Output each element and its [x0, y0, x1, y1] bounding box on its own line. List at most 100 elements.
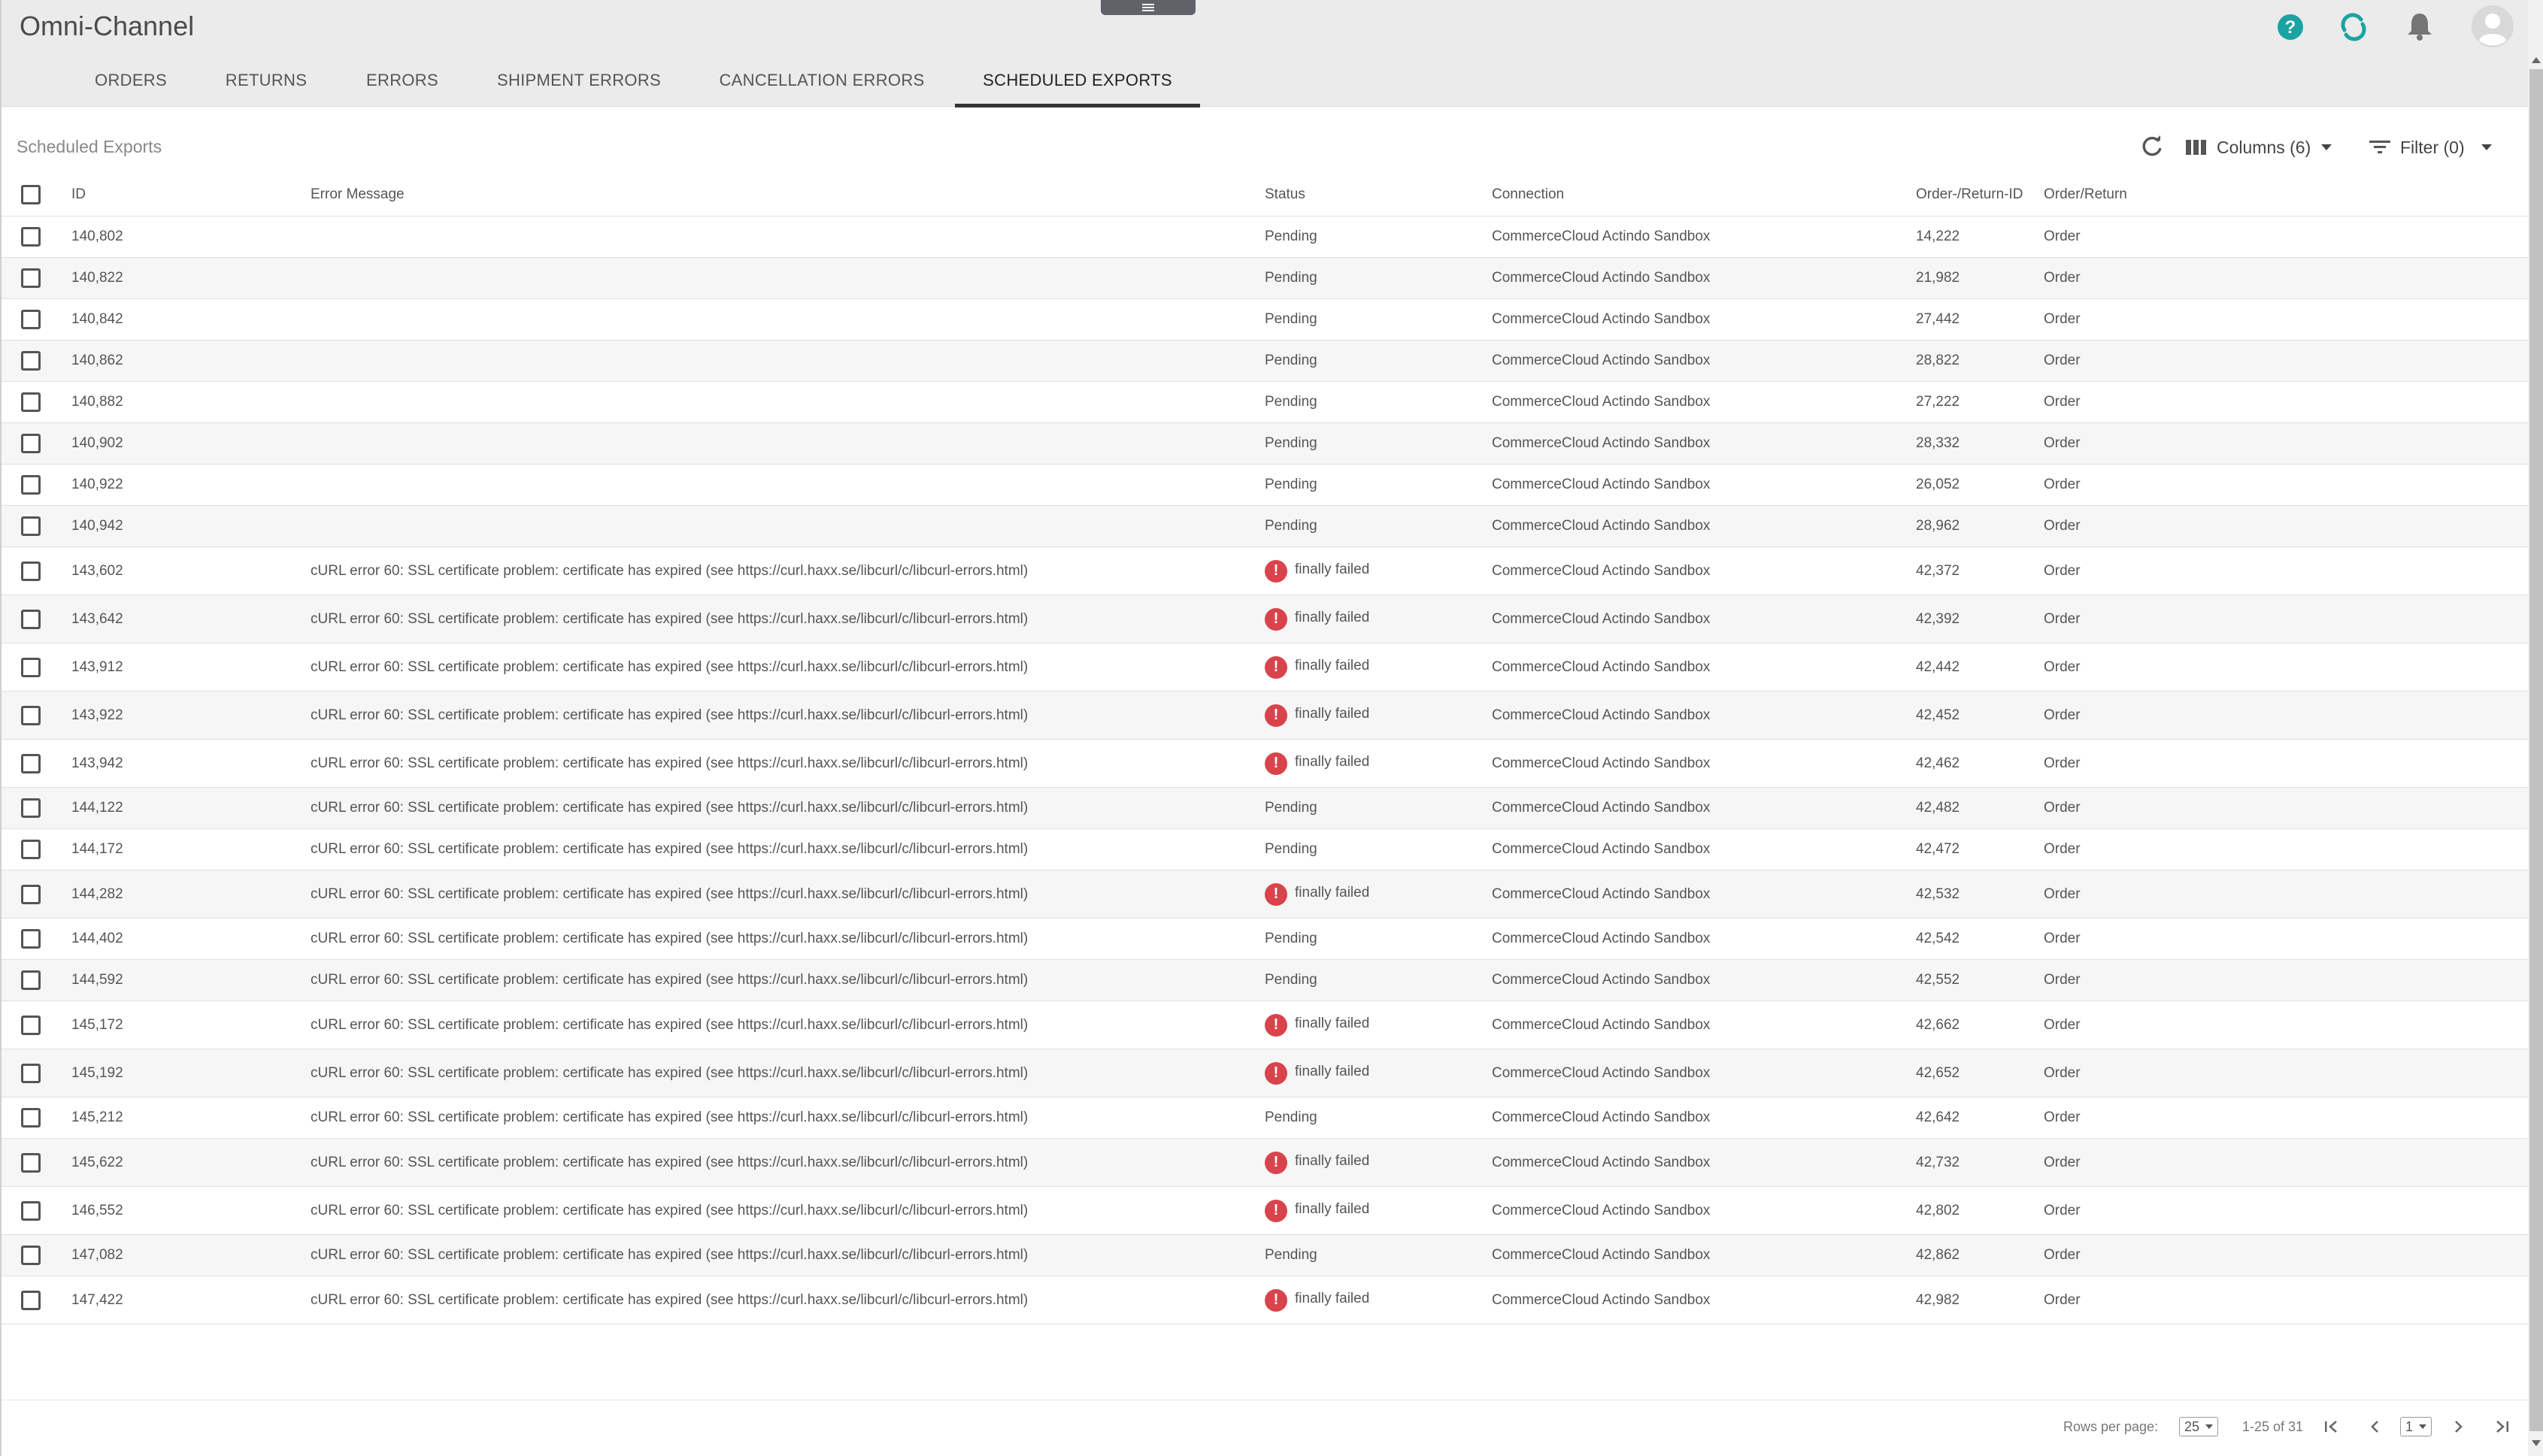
- cell-order-return: Order: [2044, 755, 2081, 771]
- row-checkbox[interactable]: [21, 268, 41, 288]
- cell-order-return: Order: [2044, 353, 2081, 368]
- table-row[interactable]: 143,922 cURL error 60: SSL certificate pr…: [2, 692, 2528, 740]
- table-row[interactable]: 144,282 cURL error 60: SSL certificate pr…: [2, 870, 2528, 919]
- cell-status: Pending: [1265, 919, 1317, 959]
- row-checkbox[interactable]: [21, 970, 41, 990]
- error-icon: !: [1265, 1288, 1287, 1312]
- cell-status: Pending: [1265, 788, 1317, 828]
- select-all-checkbox[interactable]: [21, 184, 41, 204]
- table-row[interactable]: 143,642 cURL error 60: SSL certificate pr…: [2, 595, 2528, 643]
- first-page-button[interactable]: [2320, 1415, 2343, 1438]
- cell-status: Pending: [1265, 829, 1317, 870]
- row-checkbox[interactable]: [21, 929, 41, 949]
- table-row[interactable]: 140,882 Pending CommerceCloud Actindo Sand…: [2, 382, 2528, 423]
- row-checkbox[interactable]: [21, 392, 41, 412]
- cell-id: 145,192: [71, 1064, 123, 1081]
- table-row[interactable]: 145,212 cURL error 60: SSL certificate pr…: [2, 1097, 2528, 1139]
- cell-id: 143,602: [71, 562, 123, 579]
- row-checkbox[interactable]: [21, 1015, 41, 1035]
- tab-scheduled-exports[interactable]: SCHEDULED EXPORTS: [955, 60, 1200, 107]
- cell-id: 140,842: [71, 311, 123, 327]
- error-icon: !: [1265, 1013, 1287, 1037]
- bell-icon[interactable]: [2405, 11, 2438, 44]
- row-checkbox[interactable]: [21, 434, 41, 453]
- header-id[interactable]: ID: [71, 173, 86, 216]
- cell-status: Pending: [1265, 423, 1317, 464]
- refresh-icon: [2142, 135, 2162, 156]
- table-row[interactable]: 147,422 cURL error 60: SSL certificate pr…: [2, 1276, 2528, 1324]
- row-checkbox[interactable]: [21, 1063, 41, 1083]
- status-text: finally failed: [1295, 884, 1370, 901]
- table-row[interactable]: 145,192 cURL error 60: SSL certificate pr…: [2, 1049, 2528, 1097]
- tab-returns[interactable]: RETURNS: [206, 60, 326, 107]
- row-checkbox[interactable]: [21, 840, 41, 859]
- row-checkbox[interactable]: [21, 1200, 41, 1221]
- table-row[interactable]: 140,922 Pending CommerceCloud Actindo Sand…: [2, 465, 2528, 506]
- table-row[interactable]: 145,172 cURL error 60: SSL certificate pr…: [2, 1001, 2528, 1049]
- cell-id: 147,082: [71, 1247, 123, 1263]
- row-checkbox[interactable]: [21, 798, 41, 818]
- avatar-icon[interactable]: [2471, 5, 2514, 48]
- cell-connection: CommerceCloud Actindo Sandbox: [1492, 394, 1711, 410]
- tab-cancellation-errors[interactable]: CANCELLATION ERRORS: [701, 60, 943, 107]
- scroll-up-arrow-icon[interactable]: [2532, 57, 2541, 63]
- header-status[interactable]: Status: [1265, 173, 1305, 216]
- rows-per-page-select[interactable]: 25: [2179, 1417, 2219, 1436]
- next-page-button[interactable]: [2447, 1415, 2469, 1438]
- row-checkbox[interactable]: [21, 475, 41, 495]
- table-row[interactable]: 140,802 Pending CommerceCloud Actindo Sand…: [2, 216, 2528, 258]
- table-row[interactable]: 145,622 cURL error 60: SSL certificate pr…: [2, 1139, 2528, 1187]
- table-row[interactable]: 144,122 cURL error 60: SSL certificate pr…: [2, 788, 2528, 829]
- table-row[interactable]: 143,942 cURL error 60: SSL certificate pr…: [2, 740, 2528, 788]
- table-row[interactable]: 140,842 Pending CommerceCloud Actindo Sand…: [2, 299, 2528, 341]
- row-checkbox[interactable]: [21, 884, 41, 904]
- table-row[interactable]: 143,602 cURL error 60: SSL certificate pr…: [2, 547, 2528, 595]
- columns-button[interactable]: Columns (6): [2185, 134, 2332, 161]
- table-row[interactable]: 143,912 cURL error 60: SSL certificate pr…: [2, 643, 2528, 692]
- tab-orders[interactable]: ORDERS: [74, 60, 188, 107]
- chevron-down-icon: [2205, 1424, 2214, 1429]
- row-checkbox[interactable]: [21, 705, 41, 725]
- row-checkbox[interactable]: [21, 1246, 41, 1265]
- refresh-button[interactable]: [2138, 133, 2169, 163]
- row-checkbox[interactable]: [21, 1108, 41, 1128]
- table-row[interactable]: 146,552 cURL error 60: SSL certificate pr…: [2, 1187, 2528, 1235]
- scroll-down-arrow-icon[interactable]: [2532, 1440, 2541, 1446]
- sync-icon[interactable]: [2338, 12, 2372, 45]
- table-row[interactable]: 140,902 Pending CommerceCloud Actindo Sand…: [2, 423, 2528, 465]
- last-page-button[interactable]: [2490, 1415, 2513, 1438]
- table-row[interactable]: 144,402 cURL error 60: SSL certificate pr…: [2, 919, 2528, 960]
- help-icon[interactable]: ?: [2275, 12, 2308, 45]
- row-checkbox[interactable]: [21, 1290, 41, 1310]
- row-checkbox[interactable]: [21, 1152, 41, 1173]
- row-checkbox[interactable]: [21, 227, 41, 247]
- row-checkbox[interactable]: [21, 657, 41, 677]
- filter-button[interactable]: Filter (0): [2369, 134, 2492, 161]
- menu-handle[interactable]: [1101, 0, 1196, 15]
- scrollbar-thumb[interactable]: [2529, 69, 2543, 1431]
- tab-shipment-errors[interactable]: SHIPMENT ERRORS: [480, 60, 678, 107]
- status-failed-badge: ! finally failed: [1265, 1288, 1369, 1312]
- row-checkbox[interactable]: [21, 609, 41, 629]
- page-select[interactable]: 1: [2400, 1417, 2432, 1436]
- cell-id: 140,882: [71, 394, 123, 410]
- header-error-message[interactable]: Error Message: [311, 173, 405, 216]
- table-row[interactable]: 140,822 Pending CommerceCloud Actindo Sand…: [2, 258, 2528, 299]
- tab-errors[interactable]: ERRORS: [347, 60, 457, 107]
- header-order-return[interactable]: Order/Return: [2044, 173, 2127, 216]
- row-checkbox[interactable]: [21, 351, 41, 371]
- table-row[interactable]: 147,082 cURL error 60: SSL certificate pr…: [2, 1235, 2528, 1276]
- header-connection[interactable]: Connection: [1492, 173, 1564, 216]
- cell-id: 140,802: [71, 229, 123, 244]
- row-checkbox[interactable]: [21, 310, 41, 329]
- header-order-return-id[interactable]: Order-/Return-ID: [1916, 173, 2023, 216]
- table-row[interactable]: 144,172 cURL error 60: SSL certificate pr…: [2, 829, 2528, 870]
- cell-connection: CommerceCloud Actindo Sandbox: [1492, 1109, 1711, 1125]
- table-row[interactable]: 144,592 cURL error 60: SSL certificate pr…: [2, 960, 2528, 1001]
- table-row[interactable]: 140,942 Pending CommerceCloud Actindo Sand…: [2, 506, 2528, 547]
- previous-page-button[interactable]: [2364, 1415, 2387, 1438]
- row-checkbox[interactable]: [21, 516, 41, 536]
- table-row[interactable]: 140,862 Pending CommerceCloud Actindo Sand…: [2, 341, 2528, 382]
- row-checkbox[interactable]: [21, 561, 41, 581]
- row-checkbox[interactable]: [21, 753, 41, 773]
